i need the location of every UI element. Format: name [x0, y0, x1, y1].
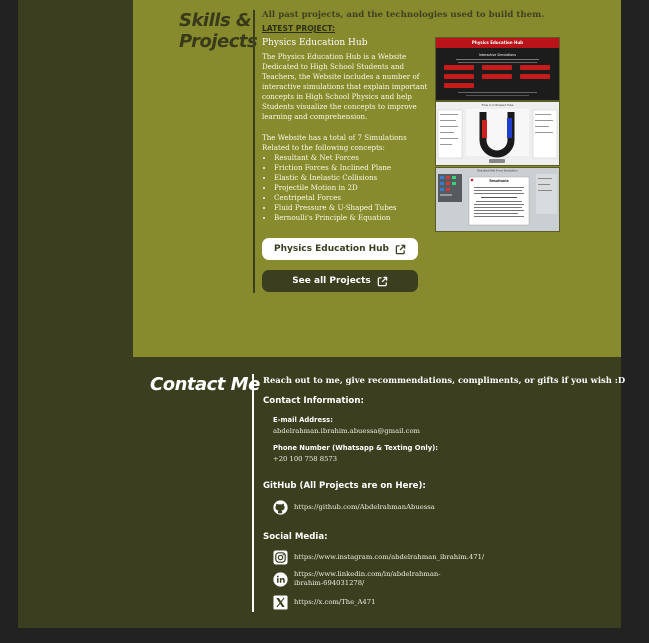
x-link[interactable]: https://x.com/The_A471	[272, 594, 375, 610]
latest-project-label: LATEST PROJECT:	[262, 24, 336, 33]
list-item: Centripetal Forces	[274, 193, 397, 203]
phone-label: Phone Number (Whatsapp & Texting Only):	[273, 444, 438, 452]
project-name: Physics Education Hub	[262, 38, 368, 48]
x-icon	[272, 594, 288, 610]
skills-intro: All past projects, and the technologies …	[262, 10, 545, 20]
external-link-icon	[377, 276, 388, 286]
github-url: https://github.com/AbdelrahmanAbuessa	[294, 502, 435, 511]
see-all-projects-button[interactable]: See all Projects	[262, 270, 418, 292]
concept-list: Resultant & Net Forces Friction Forces &…	[262, 153, 397, 223]
project-summary: The Website has a total of 7 Simulations…	[262, 133, 407, 152]
contact-divider	[252, 374, 254, 612]
project-screenshot-forces: Resultant Net Force Simulation Resultant…	[435, 167, 560, 232]
linkedin-icon	[272, 571, 288, 587]
screenshot-heading: Resultants	[489, 179, 508, 183]
list-item: Friction Forces & Inclined Plane	[274, 163, 397, 173]
skills-title: Skills & Projects	[179, 10, 258, 52]
contact-intro: Reach out to me, give recommendations, c…	[263, 375, 626, 385]
social-heading: Social Media:	[263, 532, 328, 542]
skills-divider	[253, 10, 255, 293]
email-address[interactable]: abdelrahman.ibrahim.abuessa@gmail.com	[273, 427, 420, 435]
linkedin-url: https://www.linkedin.com/in/abdelrahman-…	[294, 570, 441, 587]
instagram-link[interactable]: https://www.instagram.com/abdelrahman_ib…	[272, 549, 484, 565]
project-description: The Physics Education Hub is a Website D…	[262, 52, 428, 121]
list-item: Bernoulli's Principle & Equation	[274, 213, 397, 223]
linkedin-link[interactable]: https://www.linkedin.com/in/abdelrahman-…	[272, 570, 441, 588]
screenshot-title: Resultant Net Force Simulation	[477, 169, 517, 173]
contact-title: Contact Me	[150, 374, 260, 395]
x-url: https://x.com/The_A471	[294, 597, 376, 606]
instagram-icon	[272, 549, 288, 565]
project-screenshot-home: Physics Education Hub Interactive Simula…	[435, 37, 560, 101]
physics-hub-button-label: Physics Education Hub	[273, 244, 390, 254]
github-heading: GitHub (All Projects are on Here):	[263, 481, 426, 491]
project-screenshot-utube: Flow in U-Shaped Tube	[435, 101, 560, 166]
email-label: E-mail Address:	[273, 416, 333, 424]
screenshot-subtitle: Interactive Simulations	[479, 53, 516, 57]
contact-info-heading: Contact Information:	[263, 396, 364, 406]
list-item: Resultant & Net Forces	[274, 153, 397, 163]
phone-number[interactable]: +20 100 758 8573	[273, 455, 337, 463]
see-all-projects-label: See all Projects	[292, 276, 371, 286]
physics-hub-button[interactable]: Physics Education Hub	[262, 238, 418, 260]
screenshot-title: Flow in U-Shaped Tube	[482, 103, 514, 107]
github-link[interactable]: https://github.com/AbdelrahmanAbuessa	[272, 499, 435, 515]
list-item: Projectile Motion in 2D	[274, 183, 397, 193]
github-icon	[272, 499, 288, 515]
screenshot-title: Physics Education Hub	[472, 40, 523, 45]
list-item: Fluid Pressure & U-Shaped Tubes	[274, 203, 397, 213]
external-link-icon	[395, 244, 406, 254]
list-item: Elastic & Inelastic Collisions	[274, 173, 397, 183]
instagram-url: https://www.instagram.com/abdelrahman_ib…	[294, 552, 485, 561]
